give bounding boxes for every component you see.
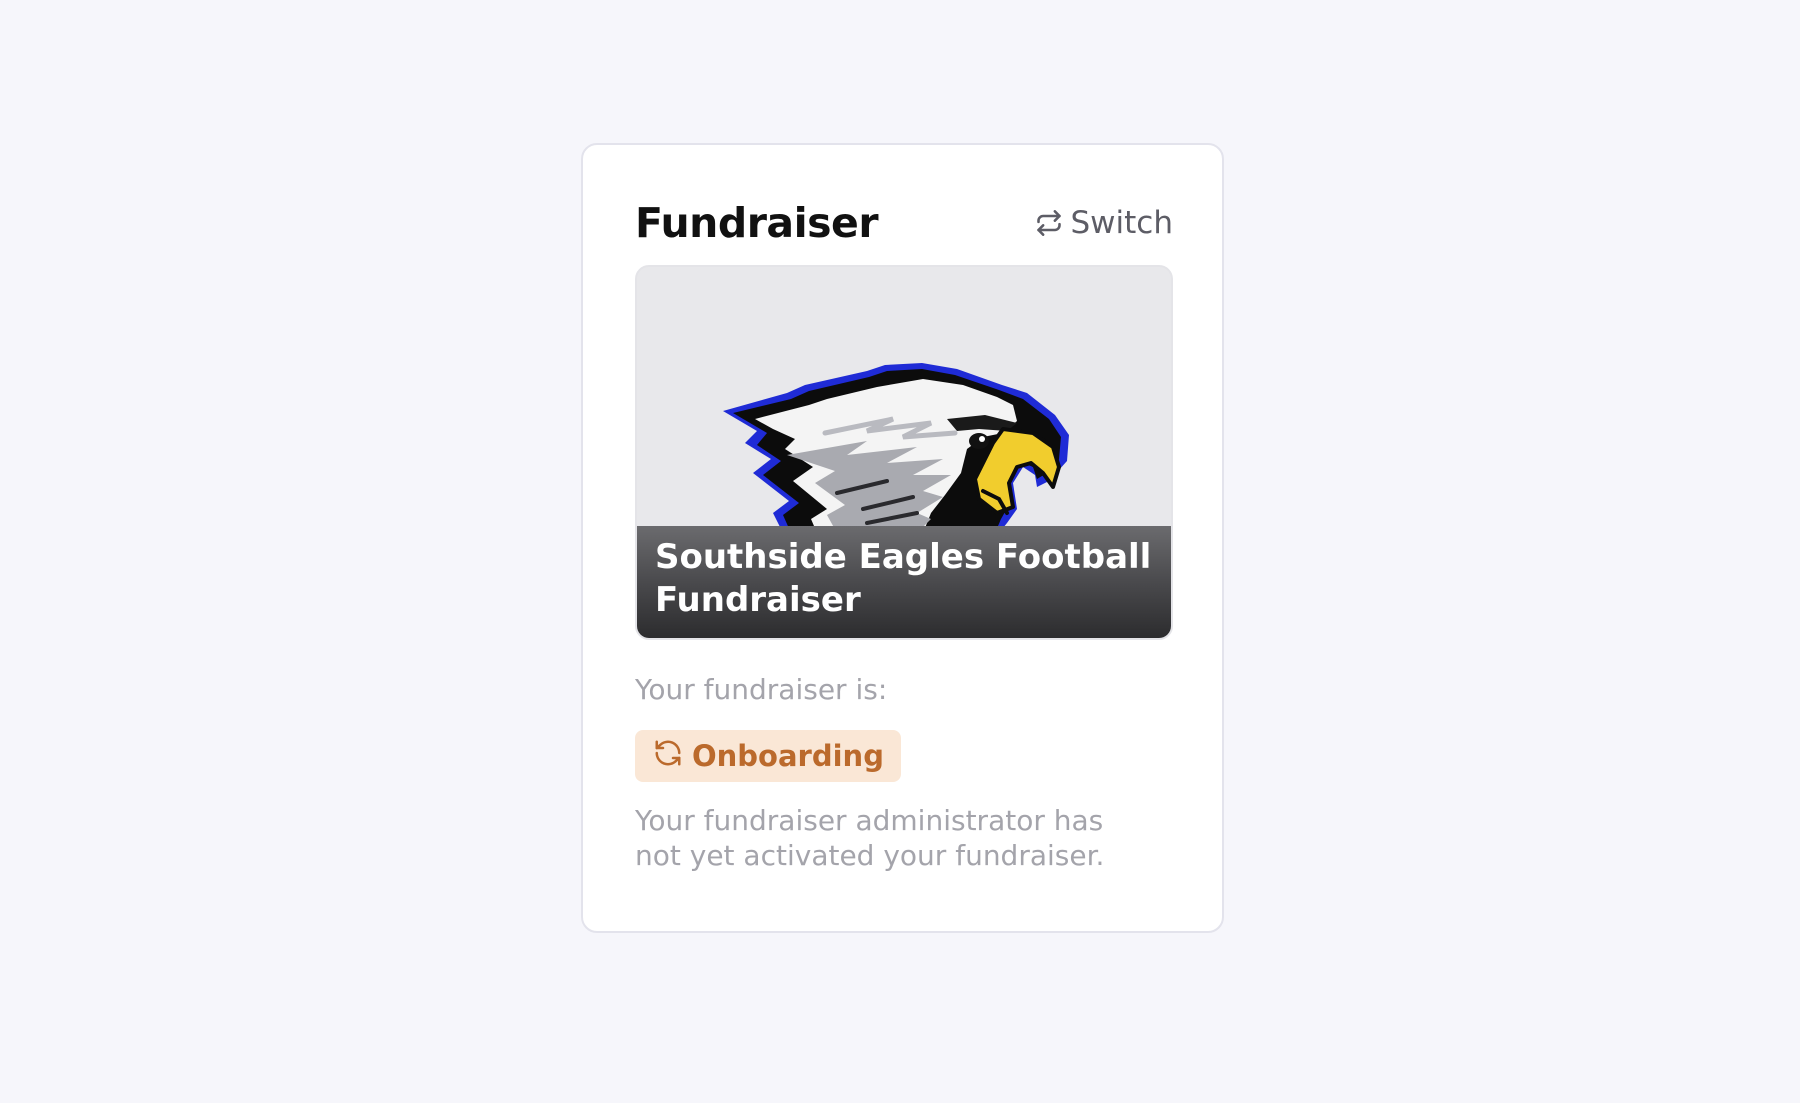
- switch-button[interactable]: Switch: [1035, 205, 1174, 241]
- status-description: Your fundraiser administrator has not ye…: [635, 804, 1105, 872]
- status-label: Your fundraiser is:: [635, 673, 888, 706]
- fundraiser-banner[interactable]: Southside Eagles Football Fundraiser: [635, 265, 1173, 640]
- card-title: Fundraiser: [635, 199, 879, 247]
- status-badge: Onboarding: [635, 730, 901, 782]
- eagle-mascot-logo: [723, 363, 1069, 533]
- refresh-icon: [653, 738, 683, 775]
- switch-label: Switch: [1070, 205, 1174, 241]
- card-header: Fundraiser Switch: [635, 193, 1173, 253]
- status-badge-label: Onboarding: [692, 739, 884, 773]
- fundraiser-card: Fundraiser Switch Southside Eagles Footb…: [581, 143, 1224, 933]
- banner-caption: Southside Eagles Football Fundraiser: [637, 526, 1171, 638]
- repeat-icon: [1035, 209, 1063, 237]
